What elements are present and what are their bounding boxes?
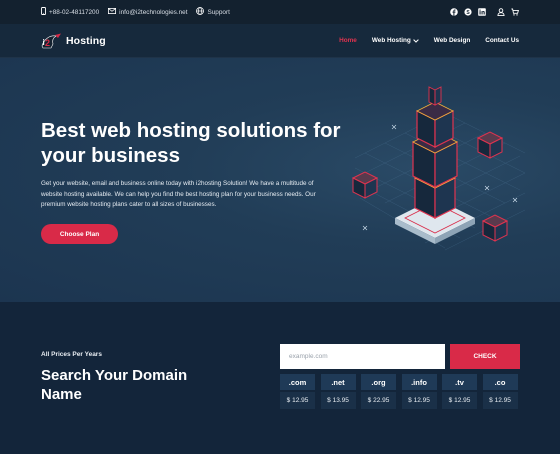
tld-extension: .tv (442, 374, 477, 390)
cart-icon[interactable] (511, 8, 519, 16)
server-tower-illustration (351, 86, 526, 251)
tld-extension: .com (280, 374, 315, 390)
tld-extension: .info (401, 374, 437, 390)
globe-icon (196, 7, 205, 17)
phone-icon (41, 7, 46, 17)
nav-contact-us[interactable]: Contact Us (485, 37, 519, 44)
main-navbar: 2 i Hosting Home Web Hosting Web Design … (0, 24, 560, 58)
nav-home[interactable]: Home (339, 37, 357, 44)
svg-text:2: 2 (45, 38, 50, 48)
domain-subtitle: All Prices Per Years (41, 351, 102, 358)
nav-web-design[interactable]: Web Design (434, 37, 470, 44)
tld-item[interactable]: .org $ 22.95 (361, 374, 396, 409)
skype-icon[interactable]: S (464, 8, 472, 16)
email-address: info@i2technologies.net (119, 8, 188, 16)
tld-price: $ 22.95 (361, 392, 396, 409)
user-icon[interactable] (497, 8, 505, 16)
facebook-icon[interactable] (450, 8, 458, 16)
hero-description: Get your website, email and business onl… (41, 180, 316, 209)
tld-item[interactable]: .com $ 12.95 (280, 374, 315, 409)
tld-price: $ 12.95 (442, 392, 477, 409)
logo[interactable]: 2 i Hosting (41, 33, 106, 49)
tld-price: $ 12.95 (401, 392, 437, 409)
nav-web-hosting-label: Web Hosting (371, 37, 411, 44)
domain-title: Search Your Domain Name (41, 367, 188, 403)
domain-search-section: All Prices Per Years Search Your Domain … (0, 302, 560, 454)
hero-section: Best web hosting solutions for your busi… (0, 58, 560, 302)
tld-price: $ 12.95 (482, 392, 518, 409)
choose-plan-button[interactable]: Choose Plan (41, 224, 118, 244)
top-bar: +88-02-48117200 info@i2technologies.net … (0, 0, 560, 24)
tld-extension: .net (320, 374, 356, 390)
mail-icon (108, 8, 117, 16)
svg-text:i: i (43, 38, 45, 47)
phone-number: +88-02-48117200 (49, 8, 100, 16)
tld-extension: .co (482, 374, 518, 390)
tld-price: $ 13.95 (320, 392, 356, 409)
hero-title: Best web hosting solutions for your busi… (41, 119, 341, 167)
chevron-down-icon (413, 38, 419, 43)
support-link[interactable]: Support (196, 7, 230, 17)
tld-item[interactable]: .co $ 12.95 (482, 374, 518, 409)
social-links: S (444, 8, 519, 16)
tld-price: $ 12.95 (280, 392, 315, 409)
tld-item[interactable]: .net $ 13.95 (320, 374, 356, 409)
check-button[interactable]: CHECK (450, 344, 520, 369)
support-label: Support (207, 8, 230, 16)
domain-search-input[interactable] (280, 344, 445, 369)
logo-text: Hosting (66, 34, 106, 47)
tld-item[interactable]: .info $ 12.95 (401, 374, 437, 409)
tld-extension: .org (361, 374, 396, 390)
main-menu: Home Web Hosting Web Design Contact Us (324, 37, 519, 44)
linkedin-icon[interactable] (478, 8, 486, 16)
email-contact[interactable]: info@i2technologies.net (108, 8, 187, 16)
nav-web-hosting[interactable]: Web Hosting (372, 37, 419, 44)
phone-contact[interactable]: +88-02-48117200 (41, 7, 99, 17)
tld-list: .com $ 12.95 .net $ 13.95 .org $ 22.95 .… (280, 374, 523, 409)
tld-item[interactable]: .tv $ 12.95 (442, 374, 477, 409)
logo-mark-icon: 2 i (41, 33, 61, 48)
